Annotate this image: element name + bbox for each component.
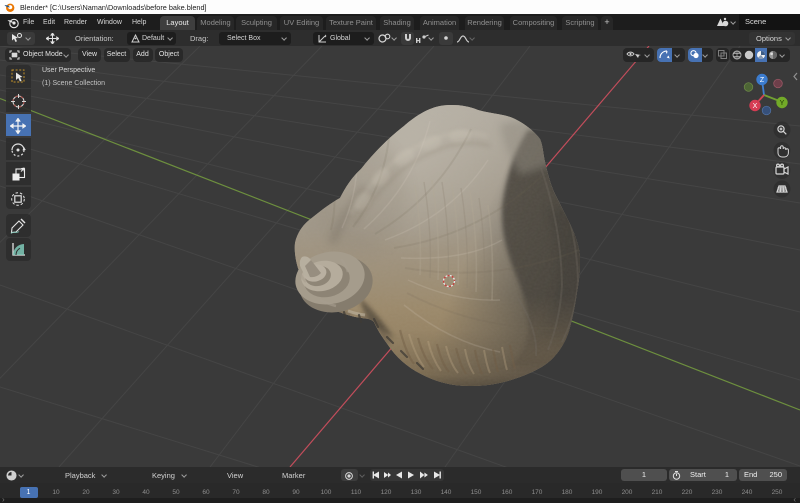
svg-text:X: X	[753, 103, 758, 110]
svg-text:Z: Z	[760, 77, 765, 84]
svg-text:Y: Y	[780, 100, 785, 107]
